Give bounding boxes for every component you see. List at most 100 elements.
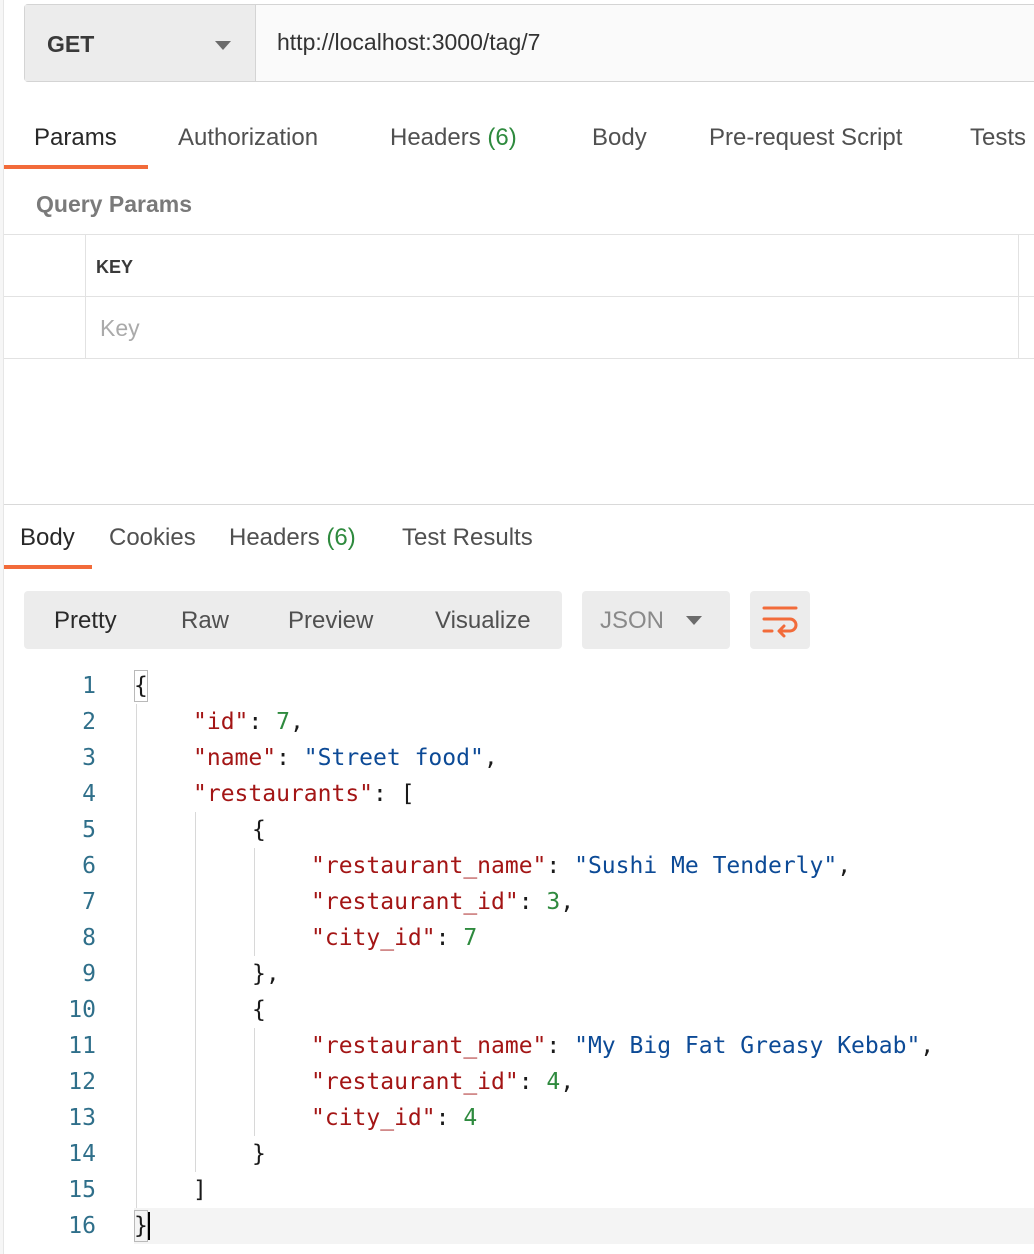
- code-text: "name": "Street food",: [193, 740, 498, 776]
- json-string: "Street food": [303, 745, 484, 771]
- response-active-tab-indicator: [4, 565, 92, 569]
- line-number: 10: [68, 997, 96, 1023]
- code-line: 10 {: [0, 992, 1034, 1028]
- view-mode-preview[interactable]: Preview: [288, 607, 373, 635]
- active-tab-indicator: [4, 165, 148, 169]
- view-mode-raw[interactable]: Raw: [181, 607, 229, 635]
- tab-headers[interactable]: Headers (6): [390, 124, 517, 152]
- code-text: },: [252, 956, 280, 992]
- json-punctuation: {: [134, 673, 148, 699]
- code-line: 1{: [0, 668, 1034, 704]
- code-text: "restaurants": [: [193, 776, 415, 812]
- tab-headers-label: Headers: [390, 124, 481, 151]
- view-mode-pretty[interactable]: Pretty: [54, 607, 117, 635]
- code-text: "restaurant_name": "Sushi Me Tenderly",: [311, 848, 851, 884]
- response-tab-body[interactable]: Body: [20, 524, 75, 552]
- table-top-border: [4, 234, 1034, 235]
- response-tab-cookies[interactable]: Cookies: [109, 524, 196, 552]
- response-headers-count-badge: (6): [326, 524, 356, 551]
- request-bar: GET http://localhost:3000/tag/7: [24, 4, 1034, 82]
- json-punctuation: ,: [837, 853, 852, 879]
- code-line: 8 "city_id": 7: [0, 920, 1034, 956]
- method-select[interactable]: GET: [25, 5, 256, 81]
- json-punctuation: ,: [289, 709, 304, 735]
- format-select[interactable]: JSON: [582, 591, 730, 649]
- tab-authorization[interactable]: Authorization: [178, 124, 318, 152]
- json-punctuation: {: [252, 997, 266, 1023]
- response-tab-headers[interactable]: Headers (6): [229, 524, 356, 552]
- table-header-border: [4, 296, 1034, 297]
- url-input[interactable]: http://localhost:3000/tag/7: [277, 29, 540, 56]
- code-line: 3 "name": "Street food",: [0, 740, 1034, 776]
- table-column-divider: [85, 234, 86, 358]
- line-number: 13: [68, 1105, 96, 1131]
- chevron-down-icon: [686, 616, 702, 625]
- json-punctuation: },: [252, 961, 280, 987]
- json-key: "restaurant_id": [311, 889, 519, 915]
- format-label: JSON: [600, 607, 665, 634]
- json-punctuation: ,: [920, 1033, 935, 1059]
- json-punctuation: ,: [483, 745, 498, 771]
- json-key: "name": [193, 745, 277, 771]
- code-line: 6 "restaurant_name": "Sushi Me Tenderly",: [0, 848, 1034, 884]
- json-string: "My Big Fat Greasy Kebab": [574, 1033, 921, 1059]
- json-number: 4: [546, 1069, 561, 1095]
- json-punctuation: :: [518, 889, 547, 915]
- code-line: 5{: [0, 812, 1034, 848]
- json-punctuation: }: [252, 1141, 266, 1167]
- json-punctuation: ,: [560, 1069, 575, 1095]
- json-key: "restaurant_name": [311, 1033, 547, 1059]
- code-line: 2 "id": 7,: [0, 704, 1034, 740]
- code-text: "restaurant_id": 4,: [311, 1064, 574, 1100]
- json-punctuation: :: [435, 925, 464, 951]
- code-text: ]: [193, 1172, 207, 1208]
- json-string: "Sushi Me Tenderly": [574, 853, 838, 879]
- view-mode-visualize[interactable]: Visualize: [435, 607, 531, 635]
- json-punctuation: ]: [193, 1177, 207, 1203]
- json-punctuation: ,: [560, 889, 575, 915]
- line-number: 5: [82, 817, 96, 843]
- json-key: "city_id": [311, 1105, 436, 1131]
- code-text: "id": 7,: [193, 704, 304, 740]
- headers-count-badge: (6): [487, 124, 517, 151]
- line-number: 6: [82, 853, 96, 879]
- code-text: "restaurant_name": "My Big Fat Greasy Ke…: [311, 1028, 934, 1064]
- json-punctuation: }: [134, 1213, 148, 1239]
- tab-tests[interactable]: Tests: [970, 124, 1026, 152]
- json-punctuation: :: [276, 745, 304, 771]
- code-text: {: [252, 812, 266, 848]
- code-line: 4 "restaurants": [: [0, 776, 1034, 812]
- code-text: "restaurant_id": 3,: [311, 884, 574, 920]
- query-params-title: Query Params: [36, 191, 192, 217]
- json-number: 7: [463, 925, 478, 951]
- tab-pre-request-script[interactable]: Pre-request Script: [709, 124, 902, 152]
- wrap-lines-button[interactable]: [750, 591, 810, 649]
- json-key: "restaurant_id": [311, 1069, 519, 1095]
- code-line: 13 "city_id": 4: [0, 1100, 1034, 1136]
- code-line: 11 "restaurant_name": "My Big Fat Greasy …: [0, 1028, 1034, 1064]
- json-number: 4: [463, 1105, 478, 1131]
- code-text: "city_id": 4: [311, 1100, 477, 1136]
- code-line: 15]: [0, 1172, 1034, 1208]
- line-number: 11: [68, 1033, 96, 1059]
- json-punctuation: :: [435, 1105, 464, 1131]
- pane-divider[interactable]: [4, 504, 1034, 505]
- line-number: 12: [68, 1069, 96, 1095]
- code-line: 7 "restaurant_id": 3,: [0, 884, 1034, 920]
- line-number: 9: [82, 961, 96, 987]
- json-number: 3: [546, 889, 561, 915]
- json-punctuation: :: [546, 853, 575, 879]
- json-key: "restaurant_name": [311, 853, 547, 879]
- json-punctuation: {: [252, 817, 266, 843]
- key-input[interactable]: Key: [100, 315, 140, 342]
- tab-body[interactable]: Body: [592, 124, 647, 152]
- view-mode-group: Pretty Raw Preview Visualize: [24, 591, 562, 649]
- response-tab-headers-label: Headers: [229, 524, 320, 551]
- code-text: }: [134, 1208, 148, 1244]
- tab-params[interactable]: Params: [34, 124, 117, 152]
- response-tab-test-results[interactable]: Test Results: [402, 524, 533, 552]
- code-text: "city_id": 7: [311, 920, 477, 956]
- code-text: }: [252, 1136, 266, 1172]
- response-body-editor[interactable]: 1{2 "id": 7, 3 "name": "Street food", 4 "rest…: [0, 668, 1034, 1254]
- json-key: "id": [193, 709, 249, 735]
